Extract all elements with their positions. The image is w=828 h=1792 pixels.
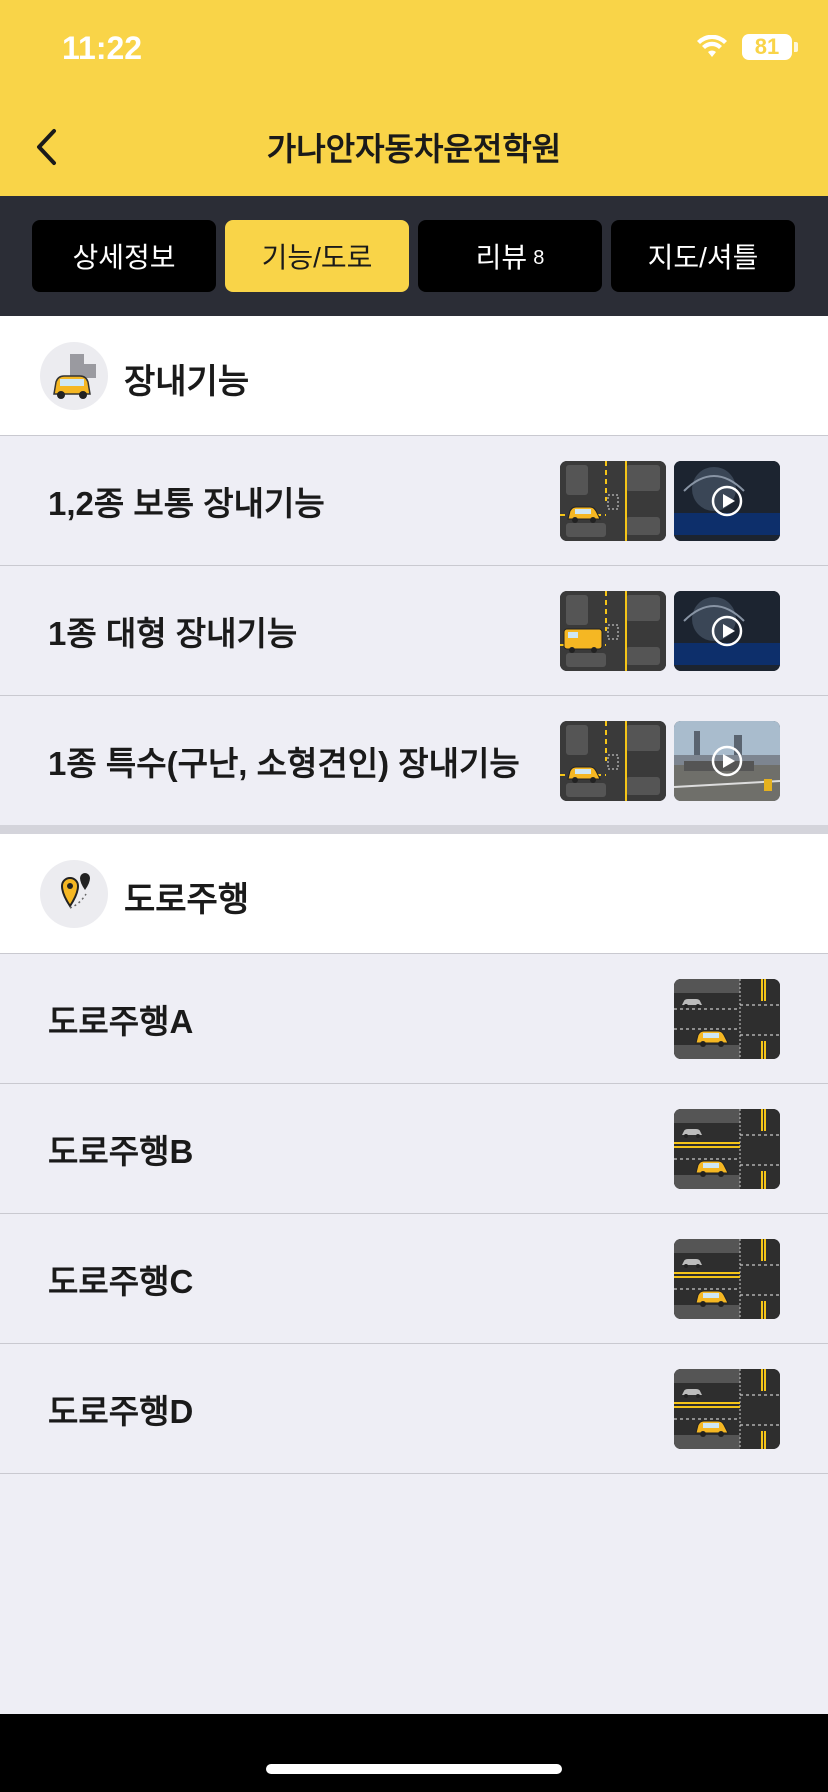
course-map-thumbnail[interactable] — [560, 591, 666, 671]
tab-bar: 상세정보 기능/도로 리뷰 8 지도/셔틀 — [0, 196, 828, 316]
course-list-item[interactable]: 1종 특수(구난, 소형견인) 장내기능 — [0, 696, 828, 826]
map-pin-icon — [40, 860, 108, 928]
course-item-label: 1종 특수(구난, 소형견인) 장내기능 — [48, 745, 520, 782]
road-map-thumbnail[interactable] — [674, 1109, 780, 1189]
bottom-bar — [0, 1714, 828, 1792]
road-item-label: 도로주행A — [48, 1003, 194, 1040]
course-list-item[interactable]: 1,2종 보통 장내기능 — [0, 436, 828, 566]
course-video-thumbnail[interactable] — [674, 461, 780, 541]
section-title: 도로주행 — [124, 881, 250, 919]
section-divider — [0, 825, 828, 834]
road-item-label: 도로주행B — [48, 1133, 194, 1170]
page-title: 가나안자동차운전학원 — [266, 131, 562, 167]
tab-label: 기능/도로 — [261, 242, 373, 273]
battery-icon: 81 — [742, 34, 798, 60]
tab-label: 지도/셔틀 — [647, 242, 759, 273]
app-header: 11:22 81 가나안자동차운전학원 — [0, 0, 828, 196]
road-item-label: 도로주행C — [48, 1263, 194, 1300]
course-item-label: 1종 대형 장내기능 — [48, 615, 298, 652]
section-header-road: 도로주행 — [0, 834, 828, 954]
tab-course-road[interactable]: 기능/도로 — [225, 220, 409, 292]
road-map-thumbnail[interactable] — [674, 1239, 780, 1319]
wifi-icon — [697, 35, 727, 57]
tab-detail-info[interactable]: 상세정보 — [32, 220, 216, 292]
course-map-thumbnail[interactable] — [560, 721, 666, 801]
road-list-item[interactable]: 도로주행B — [0, 1084, 828, 1214]
section-title: 장내기능 — [124, 363, 250, 401]
road-item-label: 도로주행D — [48, 1393, 194, 1430]
review-count: 8 — [533, 246, 545, 269]
status-indicators: 81 — [696, 34, 798, 60]
course-map-thumbnail[interactable] — [560, 461, 666, 541]
section-header-course: 장내기능 — [0, 316, 828, 436]
course-item-label: 1,2종 보통 장내기능 — [48, 485, 325, 522]
tab-map-shuttle[interactable]: 지도/셔틀 — [611, 220, 795, 292]
course-list-item[interactable]: 1종 대형 장내기능 — [0, 566, 828, 696]
road-list-item[interactable]: 도로주행A — [0, 954, 828, 1084]
road-list-item[interactable]: 도로주행C — [0, 1214, 828, 1344]
car-icon — [40, 342, 108, 410]
home-indicator[interactable] — [266, 1764, 562, 1774]
tab-reviews[interactable]: 리뷰 8 — [418, 220, 602, 292]
course-video-thumbnail[interactable] — [674, 721, 780, 801]
status-time: 11:22 — [62, 30, 143, 66]
tab-label: 상세정보 — [72, 242, 176, 273]
road-list-item[interactable]: 도로주행D — [0, 1344, 828, 1474]
road-map-thumbnail[interactable] — [674, 979, 780, 1059]
road-map-thumbnail[interactable] — [674, 1369, 780, 1449]
tab-label: 리뷰 — [475, 242, 528, 273]
course-video-thumbnail[interactable] — [674, 591, 780, 671]
